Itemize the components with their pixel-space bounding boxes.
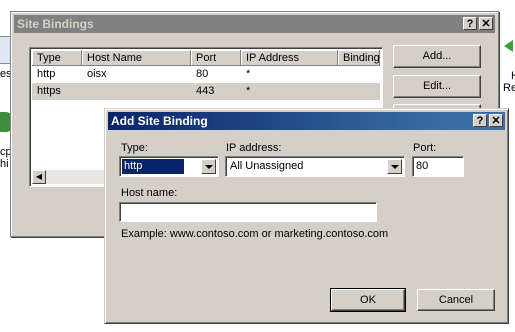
add-site-binding-dialog: Add Site Binding ? ✕ Type: http IP addre… xyxy=(104,108,509,324)
cell-type: http xyxy=(37,68,56,80)
help-button[interactable]: ? xyxy=(473,114,487,127)
column-header-type[interactable]: Type xyxy=(32,50,82,66)
background-text: hi xyxy=(0,158,9,170)
cell-ip: * xyxy=(246,68,251,80)
dialog-title: Add Site Binding xyxy=(111,114,208,128)
background-text: Re xyxy=(503,82,515,94)
window-title: Site Bindings xyxy=(17,17,94,31)
column-header-ip-address[interactable]: IP Address xyxy=(241,50,338,66)
ip-address-select[interactable]: All Unassigned xyxy=(225,156,405,177)
column-header-port[interactable]: Port xyxy=(191,50,241,66)
port-label: Port: xyxy=(413,142,437,154)
cell-port: 80 xyxy=(196,68,209,80)
scroll-left-icon[interactable]: ◀ xyxy=(32,170,46,184)
ok-button[interactable]: OK xyxy=(330,288,406,312)
type-select-value: http xyxy=(122,159,184,174)
type-select[interactable]: http xyxy=(119,156,219,177)
close-button[interactable]: ✕ xyxy=(489,114,503,127)
host-name-label: Host name: xyxy=(121,187,178,199)
cell-host: oisx xyxy=(87,68,107,80)
chevron-down-icon[interactable] xyxy=(387,159,402,174)
edit-button[interactable]: Edit... xyxy=(393,75,481,98)
cell-type: https xyxy=(37,85,61,97)
cell-ip: * xyxy=(246,85,251,97)
table-row[interactable]: https 443 * xyxy=(32,83,380,100)
add-button[interactable]: Add... xyxy=(393,45,481,68)
cell-port: 443 xyxy=(196,85,215,97)
site-bindings-titlebar[interactable]: Site Bindings ? ✕ xyxy=(14,15,495,33)
column-header-binding[interactable]: Binding xyxy=(338,50,380,66)
close-button[interactable]: ✕ xyxy=(479,17,493,30)
green-arrow-icon xyxy=(504,40,513,52)
example-text: Example: www.contoso.com or marketing.co… xyxy=(121,228,389,240)
help-button[interactable]: ? xyxy=(463,17,477,30)
ip-address-value: All Unassigned xyxy=(230,160,304,172)
list-header: Type Host Name Port IP Address Binding xyxy=(32,50,380,66)
background-text: H xyxy=(511,70,515,82)
dialog-titlebar[interactable]: Add Site Binding ? ✕ xyxy=(108,112,505,130)
host-name-field[interactable] xyxy=(119,202,377,222)
cancel-button[interactable]: Cancel xyxy=(417,289,495,311)
type-label: Type: xyxy=(121,142,148,154)
port-field[interactable]: 80 xyxy=(412,156,464,177)
column-header-host-name[interactable]: Host Name xyxy=(82,50,191,66)
chevron-down-icon[interactable] xyxy=(201,159,216,174)
table-row[interactable]: http oisx 80 * xyxy=(32,66,380,83)
ip-address-label: IP address: xyxy=(226,142,282,154)
